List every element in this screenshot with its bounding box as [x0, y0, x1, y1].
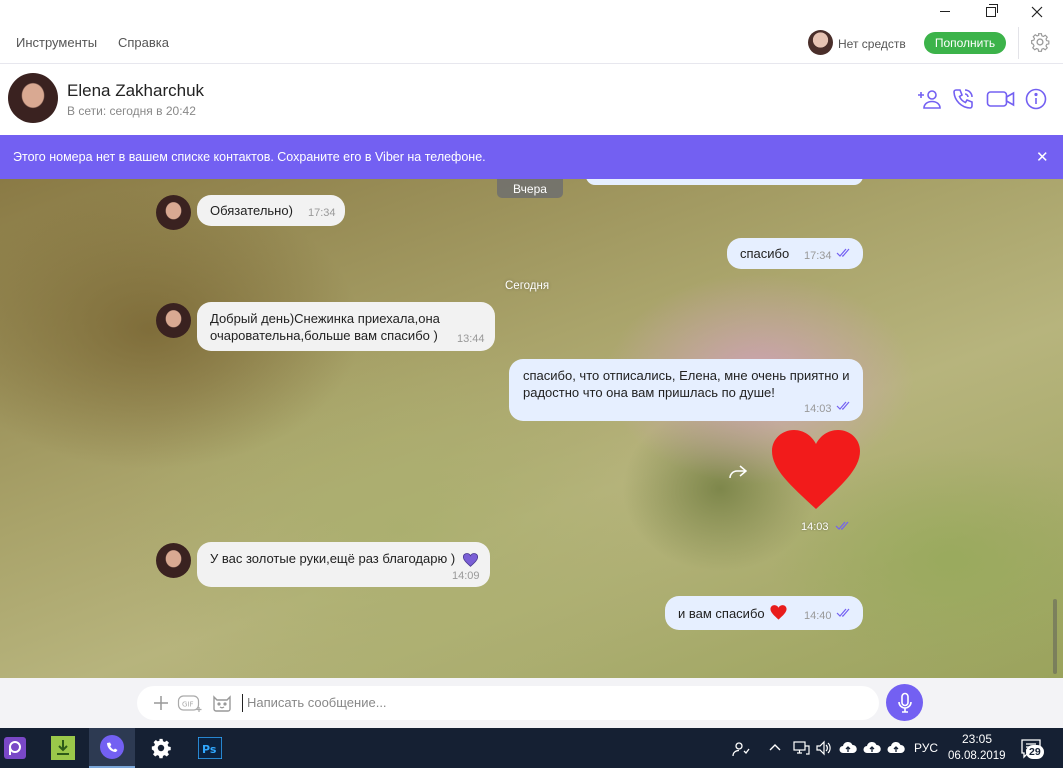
message-text: У вас золотые руки,ещё раз благодарю )	[210, 551, 456, 566]
message-text: и вам спасибо	[678, 606, 765, 621]
message-time: 17:34	[804, 250, 832, 262]
call-icon[interactable]	[950, 87, 976, 111]
sender-avatar[interactable]	[156, 195, 191, 230]
message-bubble-cut-off	[586, 179, 863, 185]
sticker-icon[interactable]	[211, 693, 233, 713]
banner-text: Этого номера нет в вашем списке контакто…	[13, 150, 486, 164]
message-input-placeholder[interactable]: Написать сообщение...	[247, 695, 387, 710]
read-checkmarks-icon	[835, 521, 849, 530]
account-avatar[interactable]	[808, 30, 833, 55]
forward-icon[interactable]	[728, 464, 748, 480]
photoshop-app-icon: Ps	[198, 737, 222, 759]
restore-icon	[986, 3, 998, 17]
taskbar-app-installer[interactable]	[40, 728, 86, 768]
message-time: 14:03	[804, 403, 832, 415]
message-time: 14:09	[452, 570, 480, 582]
message-incoming[interactable]: Добрый день)Снежинка приехала,она очаров…	[197, 302, 495, 351]
chevron-up-icon[interactable]	[768, 740, 782, 754]
video-call-icon[interactable]	[986, 87, 1016, 111]
red-heart-sticker[interactable]	[770, 429, 862, 511]
message-outgoing[interactable]: спасибо 17:34	[727, 238, 863, 269]
taskbar-app-photoshop[interactable]: Ps	[187, 728, 233, 768]
network-icon[interactable]	[792, 740, 810, 756]
installer-app-icon	[51, 736, 75, 760]
minimize-button[interactable]	[922, 0, 968, 23]
gif-icon[interactable]: GIF	[177, 693, 203, 713]
message-time: 13:44	[457, 333, 485, 345]
plus-icon[interactable]	[150, 693, 172, 713]
info-icon[interactable]	[1025, 87, 1047, 111]
svg-text:Ps: Ps	[202, 743, 217, 756]
message-composer[interactable]: GIF Написать сообщение...	[137, 686, 879, 720]
cloud-upload-icon-2[interactable]	[863, 740, 881, 756]
message-time: 14:03	[801, 521, 829, 533]
message-time: 17:34	[308, 207, 336, 219]
sender-avatar[interactable]	[156, 303, 191, 338]
read-checkmarks-icon	[836, 248, 850, 257]
read-checkmarks-icon	[836, 608, 850, 617]
date-separator-yesterday: Вчера	[497, 179, 563, 198]
contact-avatar[interactable]	[8, 73, 58, 123]
message-incoming[interactable]: Обязательно) 17:34	[197, 195, 345, 226]
menu-divider	[1018, 27, 1019, 59]
picsart-app-icon	[4, 737, 26, 759]
chat-header: Elena Zakharchuk В сети: сегодня в 20:42	[0, 65, 1063, 135]
notification-count-badge: 29	[1026, 745, 1044, 759]
sender-avatar[interactable]	[156, 543, 191, 578]
volume-icon[interactable]	[815, 740, 833, 756]
cloud-upload-icon-3[interactable]	[887, 740, 905, 756]
voice-message-button[interactable]	[886, 684, 923, 721]
banner-close-icon[interactable]: ✕	[1036, 148, 1049, 166]
close-window-button[interactable]	[1014, 0, 1060, 23]
chat-scrollbar[interactable]	[1053, 599, 1057, 674]
unknown-contact-banner: Этого номера нет в вашем списке контакто…	[0, 135, 1063, 179]
window-title-bar	[0, 0, 1063, 23]
minimize-icon	[940, 11, 950, 12]
text-caret	[242, 694, 243, 712]
restore-button[interactable]	[968, 0, 1014, 23]
message-outgoing[interactable]: и вам спасибо 14:40	[665, 596, 863, 630]
message-outgoing[interactable]: спасибо, что отписались, Елена, мне очен…	[509, 359, 863, 421]
contact-name[interactable]: Elena Zakharchuk	[67, 81, 204, 101]
red-heart-emoji-icon	[770, 605, 787, 620]
read-checkmarks-icon	[836, 401, 850, 410]
message-incoming[interactable]: У вас золотые руки,ещё раз благодарю ) 1…	[197, 542, 490, 587]
message-text: спасибо, что отписались, Елена, мне очен…	[523, 368, 850, 400]
balance-label: Нет средств	[838, 37, 906, 51]
composer-bar: GIF Написать сообщение...	[0, 678, 1063, 728]
contact-status: В сети: сегодня в 20:42	[67, 104, 196, 118]
settings-gear-icon[interactable]	[1030, 32, 1050, 52]
menu-help[interactable]: Справка	[118, 35, 169, 50]
clock-time[interactable]: 23:05	[962, 732, 992, 746]
svg-text:GIF: GIF	[182, 701, 194, 709]
close-icon	[1031, 6, 1043, 17]
microphone-icon	[897, 692, 912, 713]
message-text: Обязательно)	[210, 203, 293, 218]
cloud-upload-icon[interactable]	[839, 740, 857, 756]
settings-app-icon	[151, 738, 171, 759]
message-text: Добрый день)Снежинка приехала,она очаров…	[210, 311, 440, 343]
topup-button[interactable]: Пополнить	[924, 32, 1006, 54]
message-time: 14:40	[804, 610, 832, 622]
windows-taskbar: Ps РУС 23:05 06.08.2019 29	[0, 728, 1063, 768]
message-text: спасибо	[740, 246, 790, 261]
taskbar-app-settings[interactable]	[138, 728, 184, 768]
menu-tools[interactable]: Инструменты	[16, 35, 97, 50]
add-contact-icon[interactable]	[917, 87, 943, 111]
date-separator-today: Сегодня	[505, 280, 550, 292]
chat-area: Вчера Обязательно) 17:34 спасибо 17:34 С…	[0, 179, 1063, 678]
purple-heart-emoji-icon	[463, 553, 478, 567]
people-icon[interactable]	[732, 740, 750, 758]
taskbar-app-picsart[interactable]	[0, 728, 30, 768]
clock-date[interactable]: 06.08.2019	[948, 750, 1006, 762]
input-language[interactable]: РУС	[914, 741, 938, 755]
taskbar-app-viber[interactable]	[89, 728, 135, 768]
viber-app-icon	[100, 735, 124, 759]
